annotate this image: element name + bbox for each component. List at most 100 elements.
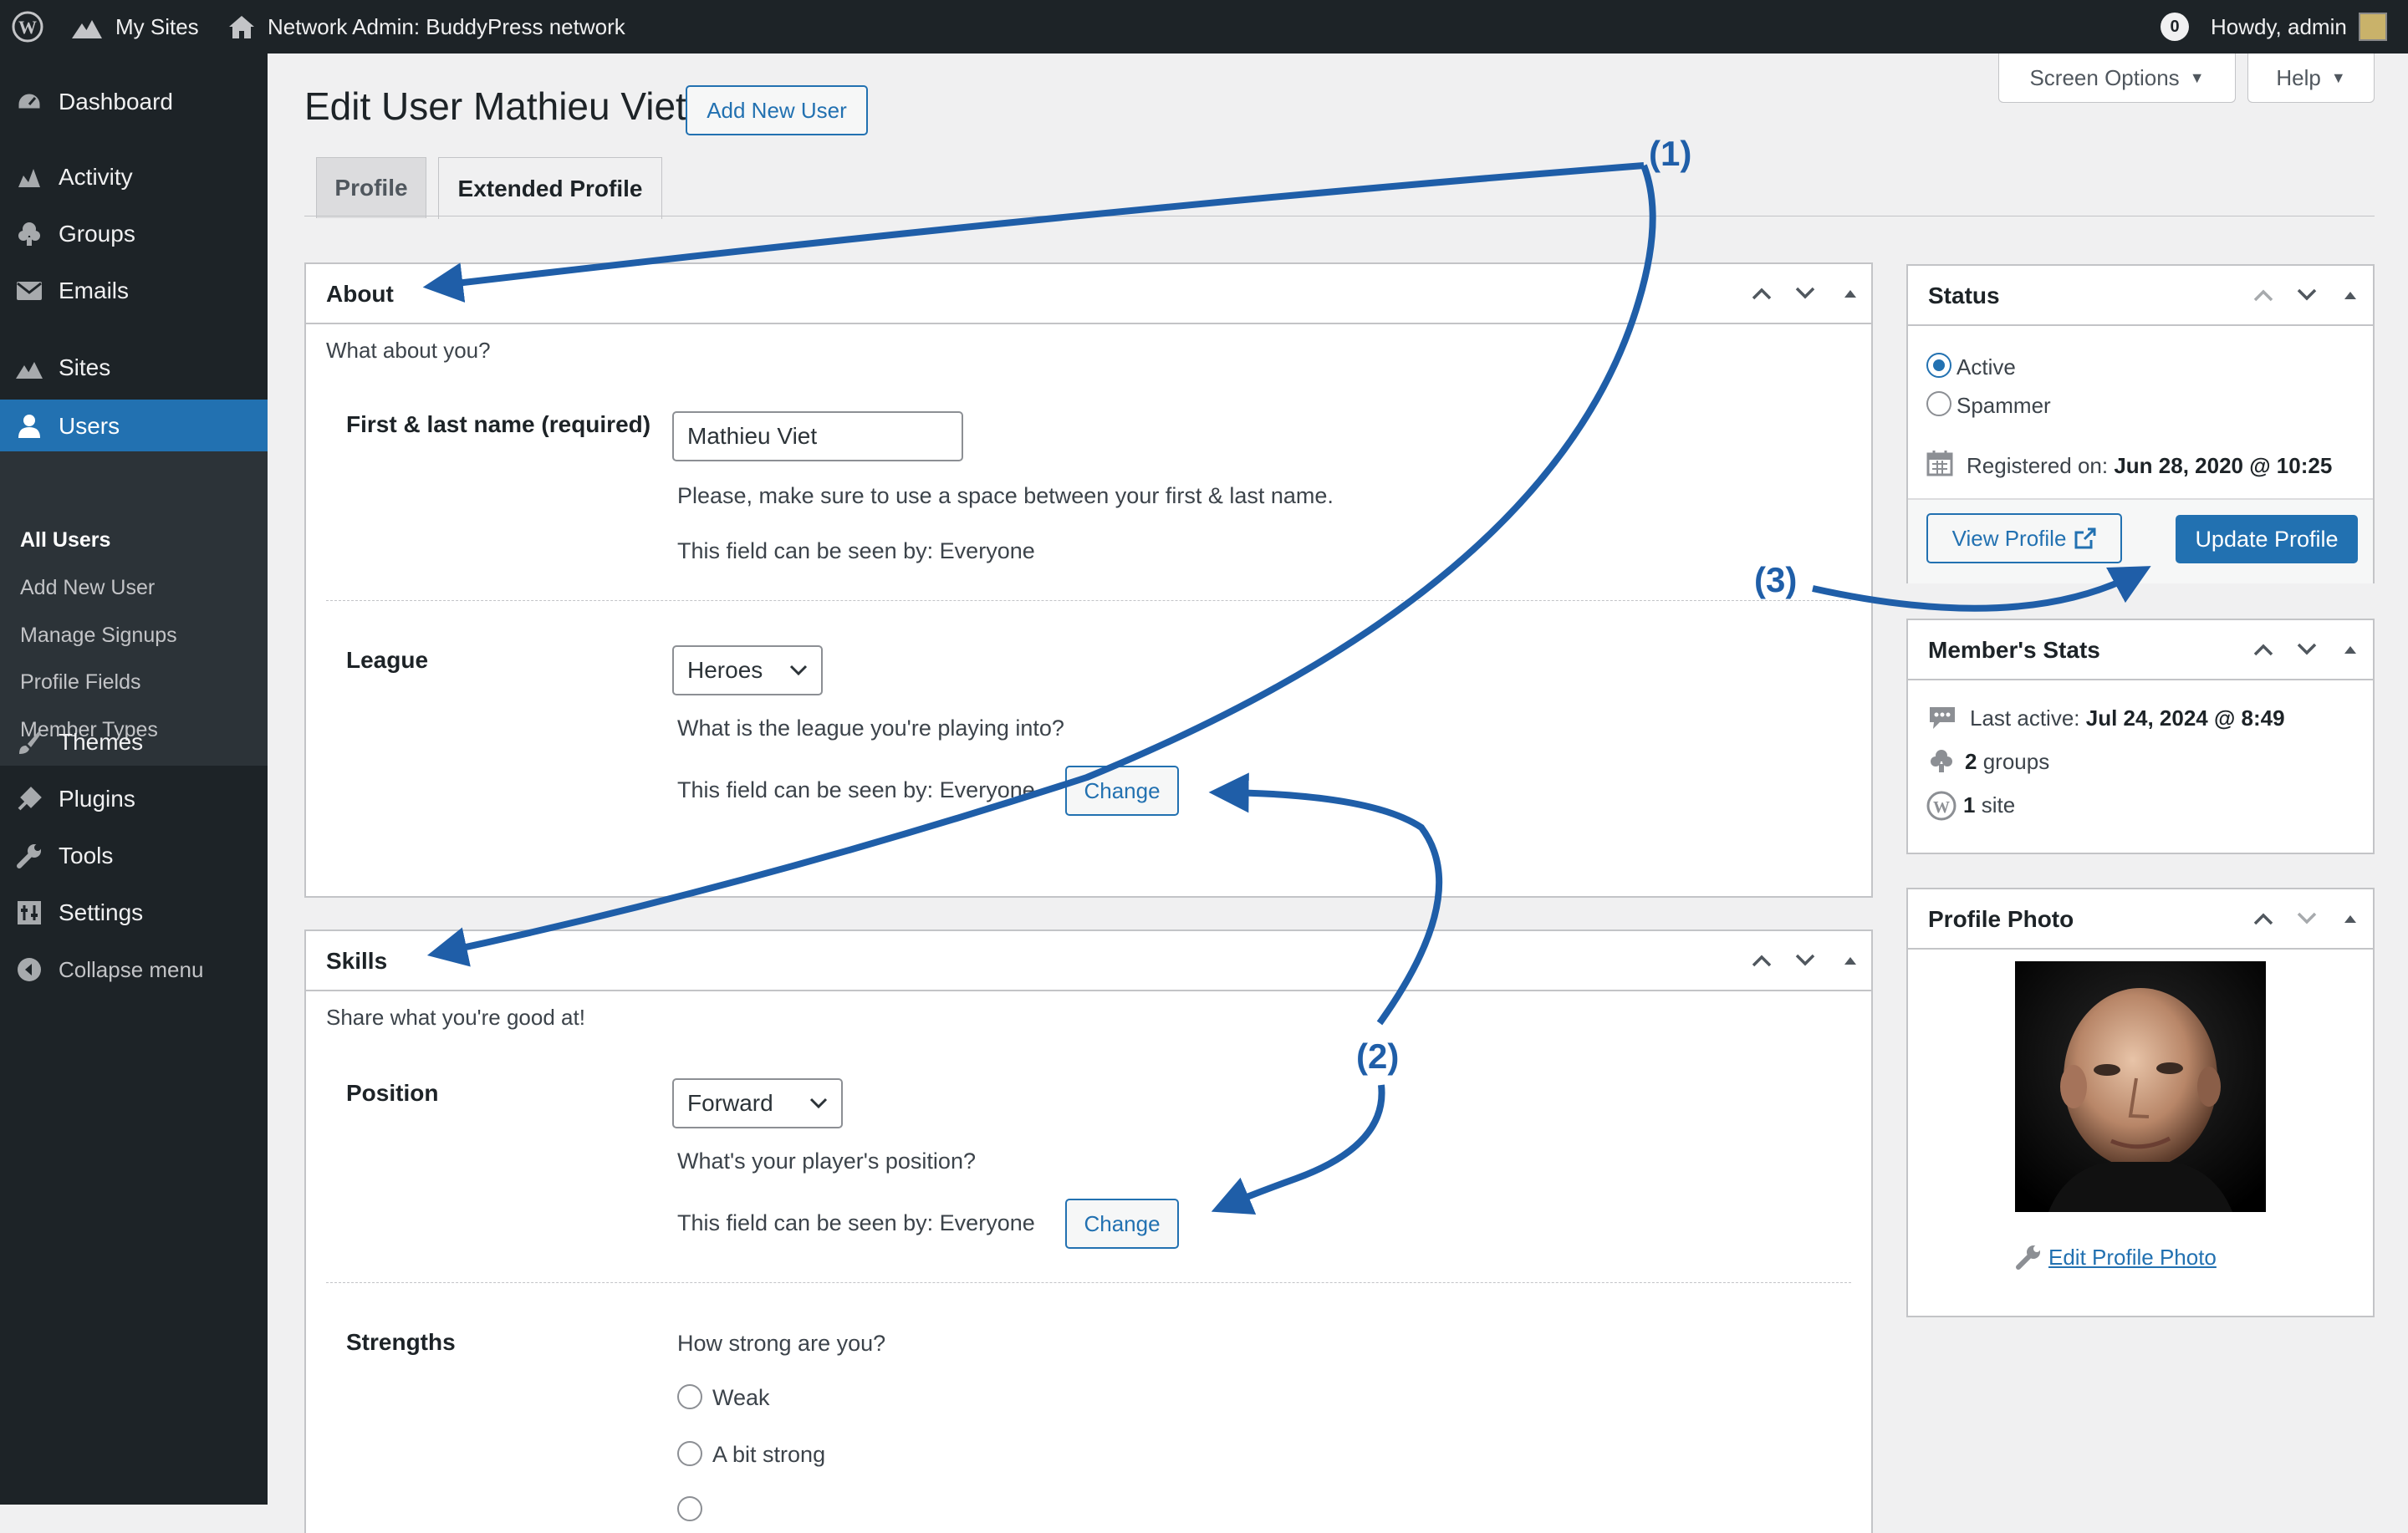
notifications-badge[interactable]: 0 [2161,0,2189,53]
triangle-down-icon: ▼ [2330,69,2346,86]
annotation-label-1: (1) [1649,134,1692,173]
my-sites-menu[interactable]: My Sites [70,0,199,53]
move-down-icon[interactable] [1793,948,1818,973]
menu-sites[interactable]: Sites [0,343,268,393]
collapse-toggle-icon[interactable] [2338,283,2363,308]
howdy-label: Howdy, admin [2211,14,2347,39]
menu-users[interactable]: Users [0,400,268,453]
submenu-add-new-user[interactable]: Add New User [20,576,155,600]
chevron-down-icon [789,665,808,676]
collapse-menu-button[interactable]: Collapse menu [0,945,268,995]
status-radio-spammer[interactable] [1926,391,1951,416]
strengths-hint: How strong are you? [677,1331,886,1356]
strength-option-label: A bit strong [712,1442,826,1467]
groups-icon [1928,747,1955,778]
move-down-icon[interactable] [2294,283,2319,308]
update-profile-button[interactable]: Update Profile [2176,515,2358,563]
menu-dashboard[interactable]: Dashboard [0,77,268,127]
network-admin-menu[interactable]: Network Admin: BuddyPress network [227,0,625,53]
collapse-toggle-icon[interactable] [2338,637,2363,662]
sites-count: 1 [1963,792,1976,817]
my-sites-label: My Sites [115,14,199,39]
admin-bar: W My Sites Network Admin: BuddyPress net… [0,0,2408,53]
calendar-icon [1926,450,1953,481]
brush-icon [13,726,45,758]
move-up-icon[interactable] [1749,948,1774,973]
photo-title: Profile Photo [1928,906,2074,932]
move-up-icon[interactable] [1749,281,1774,306]
status-radio-active[interactable] [1926,353,1951,378]
menu-themes[interactable]: Themes [0,717,268,767]
about-panel-header: About [306,264,1871,324]
edit-profile-photo[interactable]: Edit Profile Photo [2015,1244,2217,1271]
menu-label: Collapse menu [59,956,204,982]
status-title: Status [1928,283,2000,308]
collapse-toggle-icon[interactable] [1838,948,1863,973]
wordpress-icon: W [1926,791,1956,825]
submenu-profile-fields[interactable]: Profile Fields [20,670,141,695]
menu-label: Users [59,413,120,439]
collapse-toggle-icon[interactable] [2338,906,2363,931]
strength-radio-next[interactable] [677,1496,702,1521]
my-account-menu[interactable]: Howdy, admin [2211,0,2387,53]
screen-options-button[interactable]: Screen Options ▼ [1998,53,2236,103]
add-new-user-button[interactable]: Add New User [686,85,868,135]
sites-stat: 1 site [1963,792,2015,818]
last-active-value: Jul 24, 2024 @ 8:49 [2085,705,2285,731]
league-selected-value: Heroes [687,657,763,683]
name-hint: Please, make sure to use a space between… [677,483,1334,508]
sites-icon [13,352,45,384]
wordpress-logo-icon[interactable]: W [12,0,43,53]
view-profile-button[interactable]: View Profile [1926,513,2122,563]
move-down-icon[interactable] [2294,906,2319,931]
move-up-icon[interactable] [2251,637,2276,662]
avatar [2358,13,2387,41]
collapse-toggle-icon[interactable] [1838,281,1863,306]
league-hint: What is the league you're playing into? [677,716,1064,741]
strength-radio-weak[interactable] [677,1384,702,1409]
name-input[interactable]: Mathieu Viet [672,411,963,461]
sites-label: site [1981,792,2016,817]
move-down-icon[interactable] [1793,281,1818,306]
submenu-all-users[interactable]: All Users [20,528,110,553]
skills-title: Skills [326,948,388,974]
groups-count: 2 [1965,749,1977,774]
menu-plugins[interactable]: Plugins [0,774,268,824]
last-active: Last active: Jul 24, 2024 @ 8:49 [1970,705,2285,731]
about-title: About [326,281,394,307]
menu-groups[interactable]: Groups [0,209,268,259]
submenu-manage-signups[interactable]: Manage Signups [20,624,177,648]
league-change-button[interactable]: Change [1065,766,1179,816]
field-separator [326,1282,1851,1283]
about-description: What about you? [326,338,491,363]
move-up-icon[interactable] [2251,906,2276,931]
edit-profile-photo-link[interactable]: Edit Profile Photo [2048,1245,2217,1271]
tab-profile[interactable]: Profile [316,157,426,218]
menu-label: Plugins [59,786,135,812]
home-icon [229,16,254,38]
menu-tools[interactable]: Tools [0,831,268,881]
menu-settings[interactable]: Settings [0,888,268,938]
position-selected-value: Forward [687,1090,773,1116]
view-profile-label: View Profile [1951,525,2067,551]
menu-emails[interactable]: Emails [0,266,268,316]
settings-icon [13,897,45,929]
help-button[interactable]: Help ▼ [2247,53,2375,103]
strengths-label: Strengths [346,1329,456,1355]
move-down-icon[interactable] [2294,637,2319,662]
position-label: Position [346,1080,439,1106]
admin-sidebar: Dashboard Activity Groups Emails Sites U… [0,53,268,1505]
screen-options-label: Screen Options [2029,64,2180,90]
tab-extended-profile[interactable]: Extended Profile [438,157,662,219]
league-label: League [346,647,429,673]
league-select[interactable]: Heroes [672,645,823,695]
status-option-label: Active [1956,354,2016,379]
registered-value: Jun 28, 2020 @ 10:25 [2114,453,2333,478]
position-change-button[interactable]: Change [1065,1199,1179,1249]
notification-count: 0 [2161,13,2189,41]
menu-activity[interactable]: Activity [0,152,268,202]
move-up-icon[interactable] [2251,283,2276,308]
strength-radio-a-bit-strong[interactable] [677,1441,702,1466]
position-select[interactable]: Forward [672,1078,843,1128]
collapse-icon [13,954,45,986]
